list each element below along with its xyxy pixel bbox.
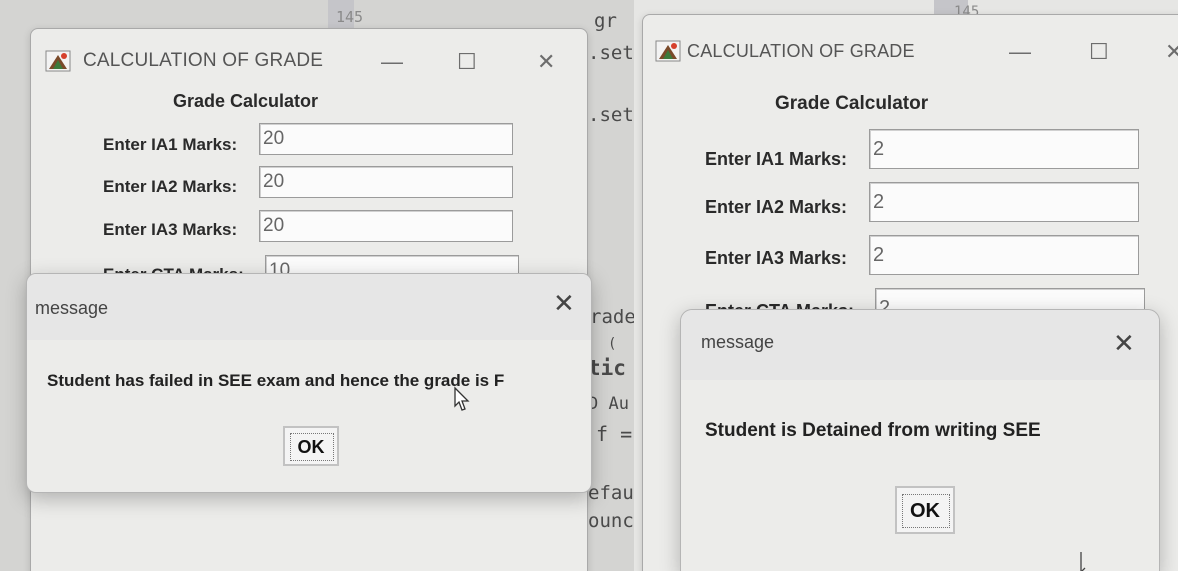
maximize-icon[interactable]: ☐ xyxy=(1089,41,1109,63)
code-line: 145 xyxy=(336,8,364,26)
window-title: CALCULATION OF GRADE xyxy=(687,41,915,61)
java-app-icon xyxy=(655,39,681,68)
window-titlebar[interactable]: CALCULATION OF GRADE — ☐ ✕ xyxy=(31,29,587,85)
close-icon[interactable]: ✕ xyxy=(537,51,555,73)
ia3-label: Enter IA3 Marks: xyxy=(705,248,848,268)
ia1-label: Enter IA1 Marks: xyxy=(103,135,238,154)
ok-button[interactable]: OK xyxy=(283,426,339,466)
ia1-marks-input[interactable]: 2 xyxy=(869,129,1139,169)
code-line: D Au xyxy=(588,394,629,414)
code-line: .set xyxy=(588,104,634,126)
right-screenshot-panel: 145 CALCULATION OF GRADE — ☐ ✕ Grade Cal… xyxy=(634,0,1178,571)
code-line: f = xyxy=(596,422,633,446)
dialog-titlebar[interactable]: message ✕ xyxy=(681,310,1159,380)
window-title: CALCULATION OF GRADE xyxy=(83,50,324,71)
form-heading: Grade Calculator xyxy=(775,93,929,114)
ia3-label: Enter IA3 Marks: xyxy=(103,220,238,239)
window-titlebar[interactable]: CALCULATION OF GRADE — ☐ ✕ xyxy=(643,15,1178,71)
ia2-marks-input[interactable]: 2 xyxy=(869,182,1139,222)
ok-button-label: OK xyxy=(297,437,325,457)
code-line: ( xyxy=(608,336,617,352)
message-dialog: message ✕ Student has failed in SEE exam… xyxy=(26,273,592,493)
close-icon[interactable]: ✕ xyxy=(1113,330,1135,356)
form-heading: Grade Calculator xyxy=(173,91,319,111)
dialog-titlebar[interactable]: message ✕ xyxy=(27,274,591,340)
code-line: .set xyxy=(588,42,634,64)
maximize-icon[interactable]: ☐ xyxy=(457,51,477,73)
dialog-title: message xyxy=(35,298,109,318)
code-line: tic xyxy=(588,356,626,380)
ia2-marks-input[interactable]: 20 xyxy=(259,166,513,198)
message-dialog: message ✕ Student is Detained from writi… xyxy=(680,309,1160,571)
code-line: gr xyxy=(594,10,617,32)
code-line: efau xyxy=(588,482,634,504)
mouse-cursor-icon xyxy=(1080,552,1086,571)
ia2-label: Enter IA2 Marks: xyxy=(705,197,848,217)
ok-button[interactable]: OK xyxy=(895,486,955,534)
dialog-title: message xyxy=(701,332,775,352)
dialog-message: Student is Detained from writing SEE xyxy=(705,420,1041,441)
code-line: ounc xyxy=(588,510,634,532)
close-icon[interactable]: ✕ xyxy=(553,290,575,316)
mouse-cursor-icon xyxy=(454,386,470,411)
minimize-icon[interactable]: — xyxy=(381,51,403,73)
dialog-message: Student has failed in SEE exam and hence… xyxy=(47,371,505,390)
ia3-marks-input[interactable]: 20 xyxy=(259,210,513,242)
ia3-marks-input[interactable]: 2 xyxy=(869,235,1139,275)
minimize-icon[interactable]: — xyxy=(1009,41,1031,63)
left-screenshot-panel: 145 gr .set .set rade ( tic D Au f = efa… xyxy=(0,0,634,571)
java-app-icon xyxy=(45,49,71,78)
ia1-label: Enter IA1 Marks: xyxy=(705,149,848,169)
ok-button-label: OK xyxy=(910,500,940,522)
ia1-marks-input[interactable]: 20 xyxy=(259,123,513,155)
ia2-label: Enter IA2 Marks: xyxy=(103,177,238,196)
code-line: rade xyxy=(590,306,634,328)
close-icon[interactable]: ✕ xyxy=(1165,41,1178,63)
